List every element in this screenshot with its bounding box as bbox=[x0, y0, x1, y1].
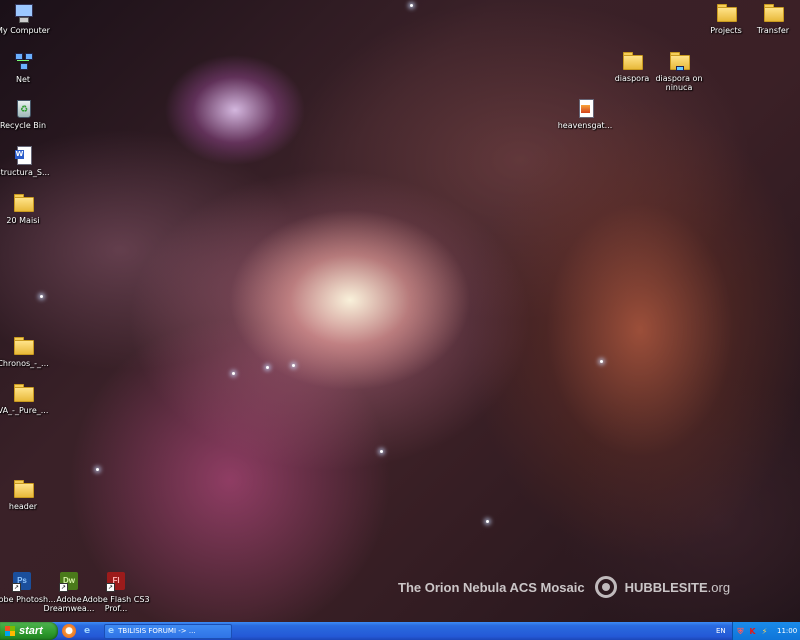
desktop-icon-20-maisi[interactable]: 20 Maisi bbox=[0, 193, 61, 225]
desktop-icon-header[interactable]: header bbox=[0, 479, 61, 511]
desktop-icon-structura[interactable]: W structura_S... bbox=[0, 145, 61, 177]
star bbox=[96, 468, 99, 471]
taskbar-window-button[interactable]: e TBILISIS FORUMI -> ... bbox=[104, 623, 232, 639]
shortcut-arrow-icon: ↗ bbox=[59, 583, 68, 592]
star bbox=[380, 450, 383, 453]
folder-icon bbox=[622, 51, 643, 71]
file-icon bbox=[575, 98, 595, 118]
language-indicator[interactable]: EN bbox=[716, 622, 726, 640]
desktop-icon-flash[interactable]: Fl ↗ Adobe Flash CS3 Prof... bbox=[78, 572, 154, 613]
internet-explorer-icon: e bbox=[108, 626, 115, 636]
shield-icon[interactable]: ⛨ bbox=[736, 627, 745, 636]
star bbox=[232, 372, 235, 375]
clock[interactable]: 11:00 bbox=[777, 627, 797, 635]
desktop-icon-recycle-bin[interactable]: ♻ Recycle Bin bbox=[0, 98, 61, 130]
internet-explorer-icon[interactable]: e bbox=[80, 624, 94, 638]
kaspersky-icon[interactable]: K bbox=[748, 627, 757, 636]
system-tray: ⛨ K ⚡ 11:00 bbox=[732, 622, 800, 640]
star bbox=[486, 520, 489, 523]
folder-icon bbox=[716, 3, 737, 23]
star bbox=[600, 360, 603, 363]
shortcut-arrow-icon: ↗ bbox=[106, 583, 115, 592]
folder-icon bbox=[13, 383, 34, 403]
folder-icon bbox=[763, 3, 784, 23]
star bbox=[292, 364, 295, 367]
desktop-icon-net[interactable]: Net bbox=[0, 52, 61, 84]
desktop-icon-my-computer[interactable]: My Computer bbox=[0, 3, 61, 35]
photoshop-icon: Ps ↗ bbox=[12, 572, 32, 592]
flash-icon: Fl ↗ bbox=[106, 572, 126, 592]
star bbox=[266, 366, 269, 369]
start-button[interactable]: start bbox=[0, 622, 58, 640]
firefox-icon[interactable]: ● bbox=[62, 624, 76, 638]
my-computer-icon bbox=[13, 3, 33, 23]
word-document-icon: W bbox=[13, 145, 33, 165]
watermark-brand-suffix: .org bbox=[707, 579, 731, 595]
desktop-icon-heavensgate[interactable]: heavensgat... bbox=[547, 98, 623, 130]
desktop-icon-diaspora-on-ninuca[interactable]: diaspora on ninuca bbox=[641, 51, 717, 92]
recycle-bin-icon: ♻ bbox=[13, 98, 33, 118]
star bbox=[40, 295, 43, 298]
desktop-icon-va-pure[interactable]: VA_-_Pure_... bbox=[0, 383, 61, 415]
desktop-icon-chronos[interactable]: Chronos_-_... bbox=[0, 336, 61, 368]
folder-icon bbox=[13, 193, 34, 213]
taskbar-window-title: TBILISIS FORUMI -> ... bbox=[118, 627, 196, 635]
windows-logo-icon bbox=[5, 626, 15, 636]
shortcut-arrow-icon: ↗ bbox=[12, 583, 21, 592]
start-label: start bbox=[19, 625, 43, 637]
watermark-brand: HUBBLESITE bbox=[624, 579, 708, 595]
dreamweaver-icon: Dw ↗ bbox=[59, 572, 79, 592]
star bbox=[410, 4, 413, 7]
watermark-title: The Orion Nebula ACS Mosaic bbox=[398, 579, 585, 595]
folder-icon bbox=[13, 336, 34, 356]
wallpaper-watermark: The Orion Nebula ACS Mosaic HUBBLESITE .o… bbox=[398, 576, 730, 598]
network-icon bbox=[13, 52, 33, 72]
network-tray-icon[interactable]: ⚡ bbox=[760, 627, 769, 636]
taskbar: start ● e e TBILISIS FORUMI -> ... EN ⛨ … bbox=[0, 622, 800, 640]
network-folder-icon bbox=[669, 51, 690, 71]
desktop-wallpaper: My Computer Net ♻ Recycle Bin W structur… bbox=[0, 0, 800, 622]
hubblesite-logo-icon bbox=[594, 576, 617, 598]
desktop-icon-transfer[interactable]: Transfer bbox=[735, 3, 800, 35]
folder-icon bbox=[13, 479, 34, 499]
